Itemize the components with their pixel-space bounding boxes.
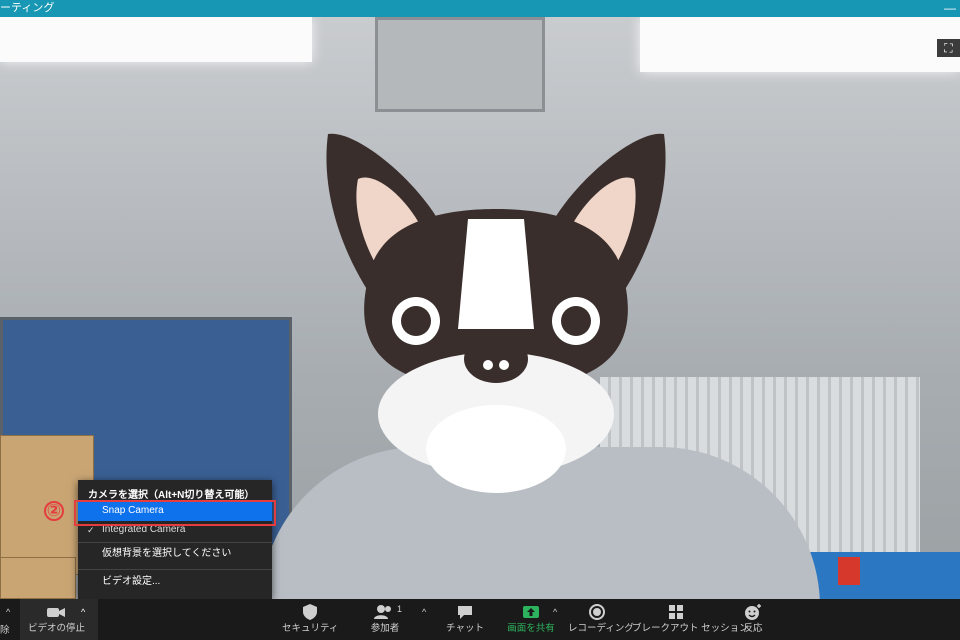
minimize-button[interactable]: — xyxy=(944,0,956,17)
menu-item-virtual-background[interactable]: 仮想背景を選択してください xyxy=(78,544,272,564)
reaction-smiley-icon xyxy=(745,604,761,620)
menu-item-video-settings[interactable]: ビデオ設定... xyxy=(78,572,272,592)
chat-icon xyxy=(458,606,472,619)
security-button[interactable]: セキュリティ xyxy=(282,603,338,635)
participants-caret-icon[interactable]: ^ xyxy=(422,607,426,617)
red-label xyxy=(838,557,860,585)
recording-button[interactable]: レコーディング xyxy=(568,603,634,635)
breakout-rooms-icon xyxy=(669,605,683,619)
annotation-highlight-snap-camera xyxy=(74,500,276,526)
camera-menu-header: カメラを選択（Alt+N切り替え可能） xyxy=(88,490,255,501)
window-title: ーティング xyxy=(0,2,55,14)
breakout-rooms-button[interactable]: ブレークアウト セッション xyxy=(632,603,749,635)
participants-count: 1 xyxy=(397,604,403,614)
share-options-caret-icon[interactable]: ^ xyxy=(553,607,557,617)
blue-box xyxy=(800,552,960,599)
video-options-caret-icon[interactable]: ^ xyxy=(81,607,85,617)
ceiling-light xyxy=(640,17,960,72)
camera-select-menu: カメラを選択（Alt+N切り替え可能） Snap Camera ✓ Integr… xyxy=(78,480,272,599)
menu-item-label: 仮想背景を選択してください xyxy=(102,548,232,559)
record-icon xyxy=(589,604,605,620)
stop-video-button[interactable]: ビデオの停止 xyxy=(28,603,85,635)
share-screen-icon xyxy=(523,606,539,618)
audio-options-caret-icon[interactable]: ^ xyxy=(6,607,10,617)
cardboard-box xyxy=(0,557,76,599)
menu-divider xyxy=(78,542,272,543)
menu-item-label: ビデオ設定... xyxy=(102,576,161,587)
dog-face-filter xyxy=(326,133,666,493)
video-camera-icon xyxy=(47,608,65,617)
menu-divider xyxy=(78,569,272,570)
fullscreen-icon[interactable]: ⛶ xyxy=(937,39,960,57)
ceiling-vent xyxy=(375,17,545,112)
ceiling-light xyxy=(0,17,312,62)
title-bar: ーティング — xyxy=(0,0,960,17)
chat-button[interactable]: チャット xyxy=(446,603,484,635)
unmute-button-partial[interactable]: 除 xyxy=(0,625,10,637)
shield-icon xyxy=(303,604,317,620)
annotation-step-2: ② xyxy=(44,501,64,521)
share-screen-button[interactable]: 画面を共有 xyxy=(504,603,558,635)
reactions-button[interactable]: 反応 xyxy=(738,603,768,635)
participants-icon xyxy=(374,605,391,619)
meeting-toolbar: ^ 除 ビデオの停止 ^ セキュリティ 参加者 1 ^ チャット 画面を共有 ^… xyxy=(0,599,960,640)
